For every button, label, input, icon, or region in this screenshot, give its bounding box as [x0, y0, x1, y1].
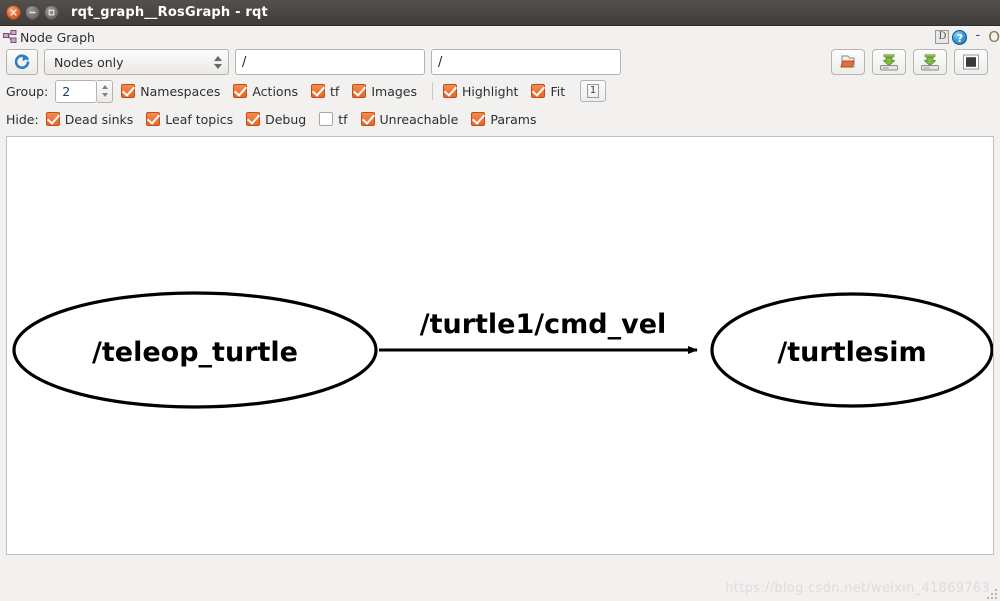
close-pane-icon[interactable]: O — [988, 29, 1000, 44]
main-toolbar: Nodes only / / — [0, 47, 1000, 77]
spin-up-icon — [101, 84, 108, 89]
checkbox-leaf-topics-box — [146, 112, 161, 126]
zoom-reset-button[interactable]: 1 — [580, 80, 607, 102]
checkbox-namespaces-label: Namespaces — [140, 83, 221, 99]
checkbox-namespaces[interactable]: Namespaces — [121, 84, 220, 99]
checkbox-dead-sinks[interactable]: Dead sinks — [45, 111, 134, 127]
window-close-icon[interactable] — [6, 5, 21, 20]
ros-graph-svg: /turtle1/cmd_vel /teleop_turtle /turtles… — [12, 291, 993, 409]
load-dot-button[interactable] — [831, 49, 865, 75]
checkbox-params[interactable]: Params — [471, 112, 536, 127]
save-dot-icon — [880, 53, 898, 70]
checkbox-leaf-topics[interactable]: Leaf topics — [146, 112, 233, 127]
group-label: Group: — [6, 83, 49, 99]
graph-canvas[interactable]: /turtle1/cmd_vel /teleop_turtle /turtles… — [6, 136, 994, 555]
checkbox-actions-label: Actions — [252, 83, 299, 99]
graph-type-combo[interactable]: Nodes only — [44, 49, 229, 75]
node-graph-icon — [3, 30, 17, 43]
checkbox-actions-box — [233, 84, 248, 98]
checkbox-images-box — [352, 84, 367, 98]
help-icon[interactable]: ? — [952, 29, 968, 45]
checkbox-unreachable-box — [360, 112, 375, 126]
rqt-graph-window: rqt_graph__RosGraph - rqt Node Graph D ?… — [0, 0, 1000, 601]
checkbox-debug-label: Debug — [265, 111, 307, 127]
checkbox-highlight-label: Highlight — [462, 83, 519, 99]
statusbar: https://blog.csdn.net/weixin_41869763 — [0, 575, 1000, 601]
plugin-header: Node Graph D ? - O — [0, 26, 1000, 47]
refresh-button[interactable] — [6, 49, 38, 75]
fit-in-view-button[interactable] — [954, 49, 988, 75]
checkbox-group-tf-label: tf — [330, 83, 340, 99]
group-spinbox[interactable]: 2 — [55, 79, 98, 103]
checkbox-leaf-topics-label: Leaf topics — [165, 111, 234, 127]
checkbox-images[interactable]: Images — [352, 84, 417, 99]
resize-grip[interactable] — [985, 587, 997, 599]
toolbar-action-buttons — [831, 49, 994, 75]
plugin-header-actions: D ? - O — [935, 29, 1000, 45]
checkbox-hide-tf-box — [319, 112, 334, 126]
dock-icon[interactable]: D — [935, 30, 950, 44]
window-titlebar: rqt_graph__RosGraph - rqt — [0, 0, 1000, 26]
checkbox-highlight[interactable]: Highlight — [443, 84, 518, 99]
window-minimize-icon[interactable] — [25, 5, 40, 20]
checkbox-fit[interactable]: Fit — [531, 84, 565, 99]
checkbox-params-label: Params — [490, 111, 537, 127]
watermark-text: https://blog.csdn.net/weixin_41869763 — [725, 580, 990, 596]
group-options-row: Group: 2 Namespaces Actions tf Images Hi… — [0, 77, 1000, 105]
toolbar-divider — [432, 82, 433, 100]
checkbox-unreachable[interactable]: Unreachable — [360, 111, 459, 127]
topic-filter-input[interactable]: / — [235, 49, 425, 75]
node-filter-value: / — [438, 54, 443, 70]
topic-filter-value: / — [242, 54, 247, 70]
graph-node-turtlesim-label: /turtlesim — [777, 337, 926, 368]
graph-type-combo-value: Nodes only — [54, 54, 124, 70]
checkbox-namespaces-box — [121, 84, 136, 98]
checkbox-images-label: Images — [371, 83, 417, 99]
combo-spin-arrows[interactable] — [212, 55, 224, 69]
hide-label: Hide: — [6, 111, 39, 127]
graph-node-teleop-turtle-label: /teleop_turtle — [92, 337, 298, 368]
refresh-icon — [14, 54, 30, 70]
save-image-button[interactable] — [913, 49, 947, 75]
group-spinbox-buttons[interactable] — [97, 79, 114, 103]
checkbox-highlight-box — [443, 84, 457, 98]
checkbox-group-tf[interactable]: tf — [311, 84, 339, 99]
chevron-up-icon — [214, 55, 222, 61]
spin-down-icon — [101, 93, 108, 98]
checkbox-fit-label: Fit — [550, 83, 566, 99]
checkbox-debug-box — [246, 112, 261, 126]
window-control-buttons — [6, 5, 59, 20]
minimize-pane-icon[interactable]: - — [970, 29, 985, 44]
checkbox-dead-sinks-label: Dead sinks — [64, 111, 134, 127]
checkbox-debug[interactable]: Debug — [246, 112, 306, 127]
window-title: rqt_graph__RosGraph - rqt — [71, 5, 268, 20]
group-spinbox-value: 2 — [62, 83, 71, 99]
hide-options-row: Hide: Dead sinks Leaf topics Debug tf Un… — [0, 105, 1000, 133]
node-filter-input[interactable]: / — [431, 49, 621, 75]
zoom-reset-label: 1 — [586, 84, 600, 98]
chevron-down-icon — [214, 63, 222, 69]
plugin-title-wrap: Node Graph — [3, 30, 95, 45]
graph-edge-label: /turtle1/cmd_vel — [420, 309, 667, 340]
checkbox-actions[interactable]: Actions — [233, 84, 298, 99]
folder-open-icon — [840, 55, 855, 68]
save-image-icon — [921, 53, 939, 70]
checkbox-fit-box — [531, 84, 546, 98]
checkbox-params-box — [471, 112, 486, 126]
save-dot-button[interactable] — [872, 49, 906, 75]
checkbox-hide-tf[interactable]: tf — [319, 111, 348, 127]
window-maximize-icon[interactable] — [44, 5, 59, 20]
checkbox-group-tf-box — [311, 84, 326, 98]
checkbox-unreachable-label: Unreachable — [379, 111, 459, 127]
checkbox-dead-sinks-box — [45, 112, 60, 126]
plugin-title: Node Graph — [20, 29, 95, 45]
checkbox-hide-tf-label: tf — [338, 111, 348, 127]
square-fit-icon — [963, 54, 979, 70]
